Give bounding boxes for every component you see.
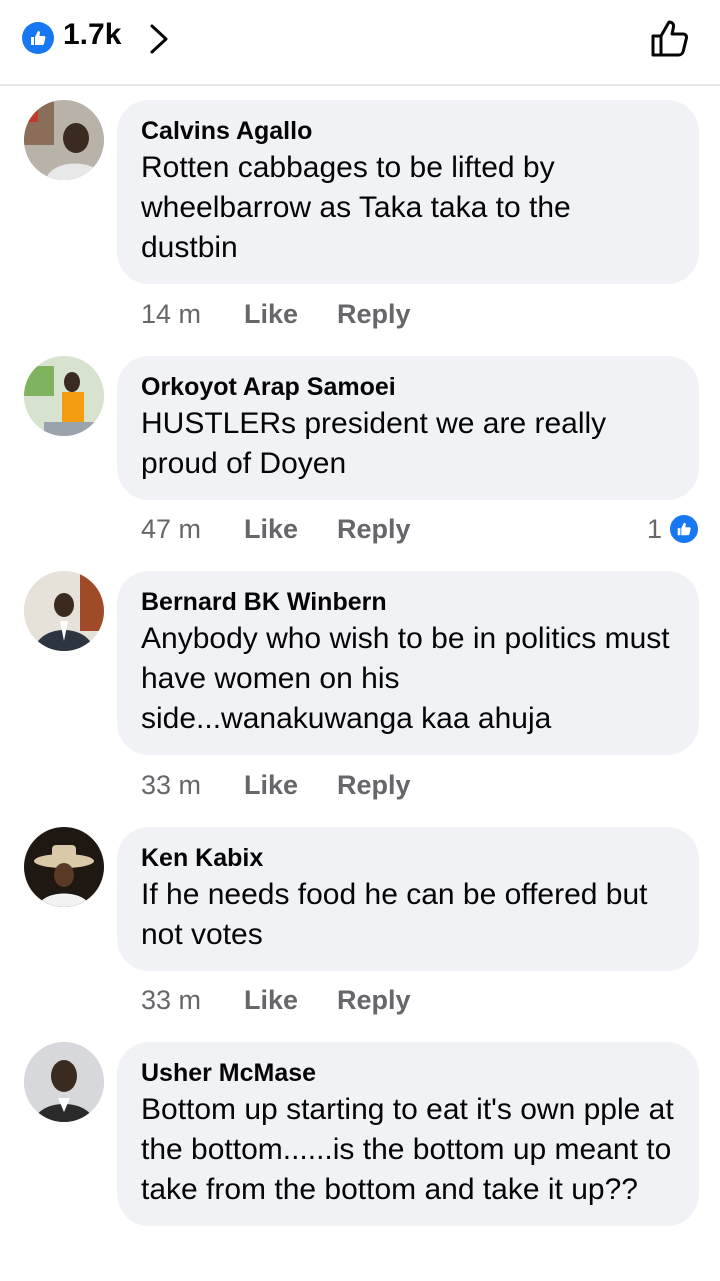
comment-timestamp[interactable]: 33 m [141, 982, 201, 1018]
avatar[interactable] [24, 571, 104, 651]
reply-button[interactable]: Reply [337, 296, 411, 332]
reaction-count[interactable]: 1.7k [63, 18, 121, 52]
comment-text: HUSTLERs president we are really proud o… [141, 407, 607, 480]
reply-button[interactable]: Reply [337, 511, 411, 547]
like-button[interactable]: Like [244, 296, 298, 332]
comment-author[interactable]: Usher McMase [141, 1058, 675, 1088]
comment-bubble[interactable]: Orkoyot Arap Samoei HUSTLERs president w… [117, 356, 699, 500]
reply-button[interactable]: Reply [337, 767, 411, 803]
comment-author[interactable]: Calvins Agallo [141, 116, 675, 146]
comment-bubble[interactable]: Usher McMase Bottom up starting to eat i… [117, 1042, 699, 1226]
reply-button[interactable]: Reply [337, 982, 411, 1018]
comment-timestamp[interactable]: 14 m [141, 296, 201, 332]
comment-timestamp[interactable]: 33 m [141, 767, 201, 803]
comment-text: Bottom up starting to eat it's own pple … [141, 1093, 674, 1206]
like-button[interactable]: Like [244, 767, 298, 803]
comment-author[interactable]: Ken Kabix [141, 843, 675, 873]
comment-author[interactable]: Bernard BK Winbern [141, 587, 675, 617]
comment-timestamp[interactable]: 47 m [141, 511, 201, 547]
avatar[interactable] [24, 356, 104, 436]
like-reaction-icon [668, 513, 700, 545]
comment-bubble[interactable]: Ken Kabix If he needs food he can be off… [117, 827, 699, 971]
comment-reactions[interactable]: 1 [647, 511, 700, 547]
like-reaction-icon[interactable] [22, 22, 54, 54]
comment-text: If he needs food he can be offered but n… [141, 878, 648, 951]
avatar[interactable] [24, 100, 104, 180]
comment-author[interactable]: Orkoyot Arap Samoei [141, 372, 675, 402]
reaction-count: 1 [646, 513, 662, 544]
like-button[interactable]: Like [244, 982, 298, 1018]
like-button[interactable]: Like [244, 511, 298, 547]
avatar[interactable] [24, 1042, 104, 1122]
reactions-header: 1.7k [0, 0, 720, 86]
avatar[interactable] [24, 827, 104, 907]
comment-text: Rotten cabbages to be lifted by wheelbar… [141, 151, 571, 264]
chevron-right-icon[interactable] [148, 22, 170, 56]
comment-text: Anybody who wish to be in politics must … [141, 622, 670, 735]
comment-bubble[interactable]: Calvins Agallo Rotten cabbages to be lif… [117, 100, 699, 284]
thumbs-up-outline-icon[interactable] [648, 16, 692, 60]
comment-bubble[interactable]: Bernard BK Winbern Anybody who wish to b… [117, 571, 699, 755]
